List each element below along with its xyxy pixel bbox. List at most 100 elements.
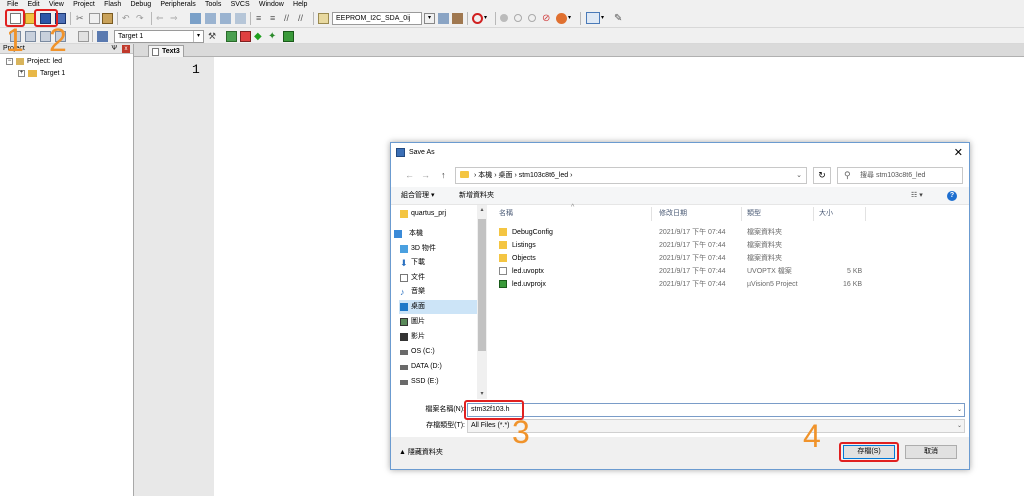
navigate-forward-icon[interactable]: ⇒: [170, 13, 181, 24]
nav-item-desktop[interactable]: 桌面: [399, 300, 479, 314]
run-time-env-icon[interactable]: [283, 31, 294, 42]
file-row[interactable]: led.uvprojx 2021/9/17 下午 07:44 µVision5 …: [491, 278, 967, 291]
forward-arrow-icon[interactable]: →: [421, 169, 430, 181]
redo-icon[interactable]: ↷: [136, 13, 147, 24]
close-icon[interactable]: x: [122, 45, 130, 53]
bookmark-icon[interactable]: [190, 13, 201, 24]
scroll-down-icon[interactable]: ▾: [477, 389, 487, 399]
settings-dropdown-icon[interactable]: ▾: [568, 13, 579, 24]
file-extensions-icon[interactable]: [226, 31, 237, 42]
debug-session-icon[interactable]: [472, 13, 483, 24]
scrollbar-thumb[interactable]: [478, 219, 486, 351]
target-combo[interactable]: Target 1 ▾: [114, 30, 204, 43]
help-icon[interactable]: ?: [947, 191, 957, 201]
enable-breakpoint-icon[interactable]: [514, 14, 522, 22]
path-breadcrumb[interactable]: › 本機 › 桌面 › stm103c8t6_led › ⌄: [455, 167, 807, 184]
indent-icon[interactable]: ≡: [256, 13, 267, 24]
search-input[interactable]: ⚲ 搜尋 stm103c8t6_led: [837, 167, 963, 184]
pin-icon[interactable]: Ѱ: [111, 44, 117, 54]
debug-dropdown-icon[interactable]: ▾: [484, 13, 495, 24]
wrench-icon[interactable]: ✎: [614, 13, 625, 24]
collapse-icon[interactable]: −: [6, 57, 13, 65]
back-arrow-icon[interactable]: ←: [405, 169, 414, 181]
build-icon[interactable]: [25, 31, 36, 42]
file-row[interactable]: led.uvoptx 2021/9/17 下午 07:44 UVOPTX 檔案 …: [491, 265, 967, 278]
videos-icon: [400, 333, 408, 341]
file-list: 名稱 ^ 修改日期 類型 大小 DebugConfig 2021/9/17 下午…: [491, 204, 967, 399]
column-header-size[interactable]: 大小: [819, 207, 833, 221]
scroll-up-icon[interactable]: ▴: [477, 205, 487, 215]
cancel-button[interactable]: 取消: [905, 445, 957, 459]
nav-scrollbar[interactable]: ▴ ▾: [477, 205, 487, 399]
cut-icon[interactable]: ✂: [76, 13, 87, 24]
file-row[interactable]: DebugConfig 2021/9/17 下午 07:44 檔案資料夾: [491, 226, 967, 239]
nav-item-quartus-prj[interactable]: quartus_prj: [399, 207, 479, 221]
chevron-down-icon[interactable]: ⌄: [796, 168, 802, 183]
organize-button[interactable]: 組合管理 ▾: [401, 187, 434, 205]
settings-icon[interactable]: [556, 13, 567, 24]
next-bookmark-icon[interactable]: [220, 13, 231, 24]
incremental-find-icon[interactable]: [452, 13, 463, 24]
paste-icon[interactable]: [102, 13, 113, 24]
chevron-down-icon[interactable]: ⌄: [957, 420, 962, 432]
select-packs-icon[interactable]: ◆: [254, 31, 265, 42]
combo-dropdown-icon[interactable]: ▾: [424, 13, 435, 24]
nav-item-3d-objects[interactable]: 3D 物件: [399, 242, 479, 256]
config-combo[interactable]: EEPROM_I2C_SDA_0ij: [332, 12, 422, 25]
nav-item-drive-c[interactable]: OS (C:): [399, 345, 479, 359]
chevron-down-icon[interactable]: ▾: [193, 31, 203, 42]
nav-item-videos[interactable]: 影片: [399, 330, 479, 344]
uncomment-icon[interactable]: //: [298, 13, 309, 24]
command-bar: 組合管理 ▾ 新增資料夾 ☷ ▾ ?: [391, 187, 969, 205]
column-header-type[interactable]: 類型: [747, 207, 761, 221]
refresh-button[interactable]: ↻: [813, 167, 831, 184]
expand-icon[interactable]: +: [18, 69, 25, 77]
disable-breakpoints-icon[interactable]: [528, 14, 536, 22]
nav-item-music[interactable]: ♪ 音樂: [399, 285, 479, 299]
download-icon[interactable]: [97, 31, 108, 42]
find-icon[interactable]: [438, 13, 449, 24]
close-icon[interactable]: ✕: [954, 143, 963, 163]
target-options-icon[interactable]: ⚒: [208, 31, 219, 42]
tab-text3[interactable]: Text3: [148, 45, 184, 57]
kill-breakpoints-icon[interactable]: ⊘: [542, 13, 553, 24]
nav-item-pictures[interactable]: 圖片: [399, 315, 479, 329]
find-in-files-icon[interactable]: [318, 13, 329, 24]
nav-item-drive-d[interactable]: DATA (D:): [399, 360, 479, 374]
copy-icon[interactable]: [89, 13, 100, 24]
column-header-date[interactable]: 修改日期: [659, 207, 687, 221]
clear-bookmarks-icon[interactable]: [235, 13, 246, 24]
filetype-select[interactable]: All Files (*.*) ⌄: [467, 419, 965, 433]
stop-build-icon[interactable]: [78, 31, 89, 42]
up-arrow-icon[interactable]: ↑: [441, 169, 446, 181]
view-options-icon[interactable]: ☷ ▾: [911, 187, 923, 205]
undo-icon[interactable]: ↶: [122, 13, 133, 24]
navigation-pane: quartus_prj 本機 3D 物件 ⬇ 下載 文件 ♪ 音樂 桌面 圖片 影片…: [391, 205, 487, 399]
new-folder-button[interactable]: 新增資料夾: [459, 187, 494, 205]
pack-installer-icon[interactable]: ✦: [268, 31, 279, 42]
hide-folders-toggle[interactable]: ▲ 隱藏資料夾: [399, 447, 443, 459]
layout-dropdown-icon[interactable]: ▾: [601, 13, 612, 24]
editor-gutter: [134, 44, 214, 496]
nav-item-this-pc[interactable]: 本機: [393, 227, 473, 241]
unindent-icon[interactable]: ≡: [270, 13, 281, 24]
comment-icon[interactable]: //: [284, 13, 295, 24]
file-row[interactable]: Listings 2021/9/17 下午 07:44 檔案資料夾: [491, 239, 967, 252]
chevron-down-icon[interactable]: ⌄: [957, 404, 962, 416]
nav-item-documents[interactable]: 文件: [399, 271, 479, 285]
window-layout-icon[interactable]: [586, 12, 600, 24]
nav-item-drive-e[interactable]: SSD (E:): [399, 375, 479, 389]
tree-item-target[interactable]: + Target 1: [18, 69, 65, 79]
tree-item-project[interactable]: − Project: led: [6, 57, 62, 67]
column-header-name[interactable]: 名稱: [499, 207, 513, 221]
prev-bookmark-icon[interactable]: [205, 13, 216, 24]
insert-breakpoint-icon[interactable]: [500, 14, 508, 22]
search-icon: ⚲: [844, 170, 851, 180]
manage-components-icon[interactable]: [240, 31, 251, 42]
document-icon: [152, 48, 159, 56]
computer-icon: [394, 230, 402, 238]
filename-input[interactable]: stm32f103.h ⌄: [467, 403, 965, 417]
navigate-back-icon[interactable]: ⇐: [156, 13, 167, 24]
file-row[interactable]: Objects 2021/9/17 下午 07:44 檔案資料夾: [491, 252, 967, 265]
nav-item-downloads[interactable]: ⬇ 下載: [399, 256, 479, 270]
